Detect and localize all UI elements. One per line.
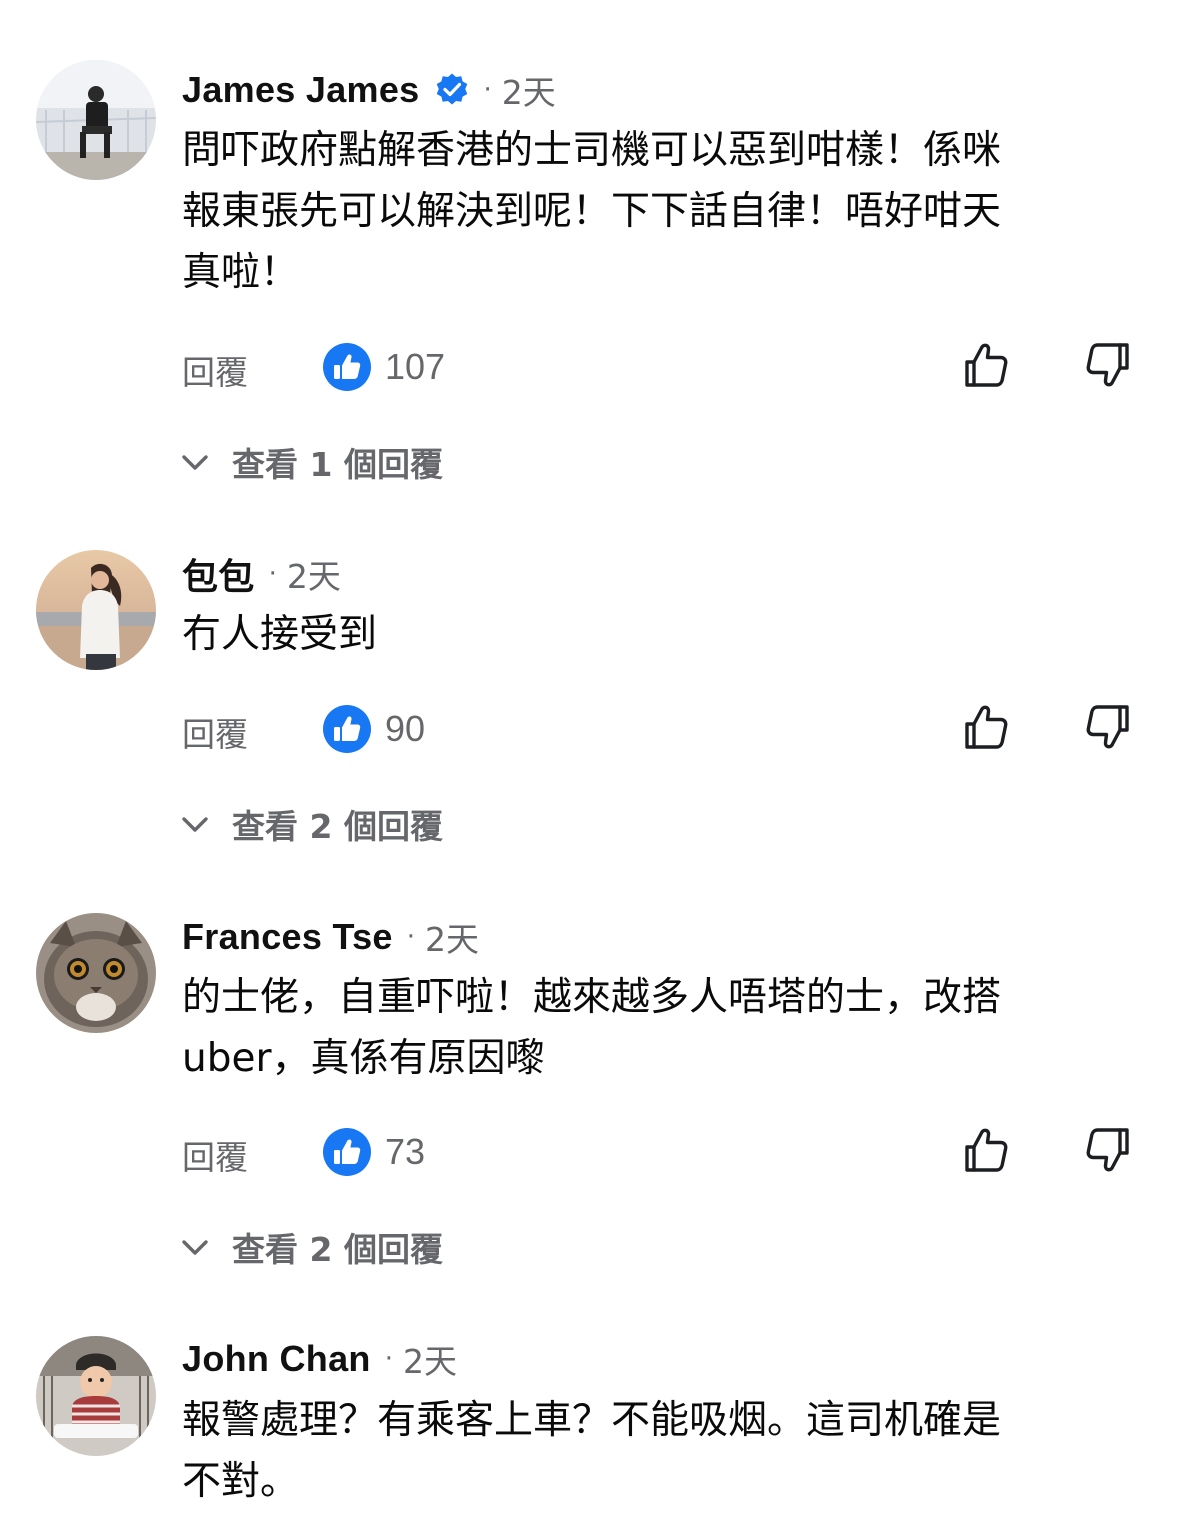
- comment-header: 包包 · 2天: [182, 552, 341, 597]
- comment-header: Frances Tse · 2天: [182, 915, 479, 959]
- avatar-photo-icon: [36, 913, 156, 1033]
- comment-text: 問吓政府點解香港的士司機可以惡到咁樣！係咪 報東張先可以解決到呢！下下話自律！唔…: [182, 128, 1002, 295]
- timestamp: 2天: [501, 73, 556, 112]
- avatar[interactable]: [36, 550, 156, 670]
- reply-button[interactable]: 回覆: [182, 346, 248, 394]
- author-name[interactable]: 包包: [182, 548, 255, 600]
- reply-button[interactable]: 回覆: [182, 708, 248, 756]
- separator-dot: ·: [406, 922, 416, 952]
- like-count: 107: [385, 346, 446, 387]
- like-button-icon[interactable]: [962, 1125, 1012, 1175]
- like-count: 90: [385, 708, 426, 749]
- avatar-photo-icon: [36, 550, 156, 670]
- view-replies-label: 查看 1 個回覆: [232, 445, 443, 484]
- timestamp: 2天: [402, 1342, 457, 1381]
- dislike-button-icon[interactable]: [1082, 702, 1132, 752]
- view-replies-label: 查看 2 個回覆: [232, 807, 443, 846]
- avatar[interactable]: [36, 913, 156, 1033]
- chevron-down-icon: [182, 817, 208, 832]
- separator-dot: ·: [384, 1344, 393, 1374]
- comment-header: James James · 2天: [182, 68, 556, 112]
- like-reaction-icon[interactable]: [323, 1128, 371, 1176]
- like-button-icon[interactable]: [962, 702, 1012, 752]
- separator-dot: ·: [483, 75, 492, 105]
- like-button-icon[interactable]: [962, 340, 1012, 390]
- view-replies-button[interactable]: 查看 1 個回覆: [180, 440, 443, 484]
- view-replies-button[interactable]: 查看 2 個回覆: [180, 802, 443, 846]
- like-reaction-icon[interactable]: [323, 343, 371, 391]
- comment-text: 報警處理？有乘客上車？不能吸烟。這司机確是 不對。: [182, 1398, 1002, 1504]
- verified-badge-icon: [434, 72, 470, 108]
- comment-actions: 回覆 90: [0, 700, 1179, 760]
- avatar[interactable]: [36, 60, 156, 180]
- reply-button[interactable]: 回覆: [182, 1131, 248, 1179]
- chevron-down-icon: [182, 1240, 208, 1255]
- dislike-button-icon[interactable]: [1082, 1125, 1132, 1175]
- timestamp: 2天: [286, 557, 341, 596]
- author-name[interactable]: Frances Tse: [182, 916, 393, 958]
- comment-text: 的士佬，自重吓啦！越來越多人唔塔的士，改搭 uber，真係有原因嚟: [182, 975, 1002, 1081]
- separator-dot: ·: [268, 559, 277, 589]
- comment-actions: 回覆 107: [0, 338, 1179, 398]
- author-name[interactable]: James James: [182, 69, 420, 111]
- like-reaction-icon[interactable]: [323, 705, 371, 753]
- timestamp: 2天: [425, 920, 480, 959]
- comment-text: 冇人接受到: [182, 612, 378, 657]
- comment-header: John Chan · 2天: [182, 1337, 457, 1381]
- dislike-button-icon[interactable]: [1082, 340, 1132, 390]
- avatar-photo-icon: [36, 60, 156, 180]
- author-name[interactable]: John Chan: [182, 1338, 371, 1380]
- comment-actions: 回覆 73: [0, 1123, 1179, 1183]
- avatar-photo-icon: [36, 1336, 156, 1456]
- chevron-down-icon: [182, 455, 208, 470]
- avatar[interactable]: [36, 1336, 156, 1456]
- view-replies-label: 查看 2 個回覆: [232, 1230, 443, 1269]
- like-count: 73: [385, 1131, 426, 1172]
- view-replies-button[interactable]: 查看 2 個回覆: [180, 1225, 443, 1269]
